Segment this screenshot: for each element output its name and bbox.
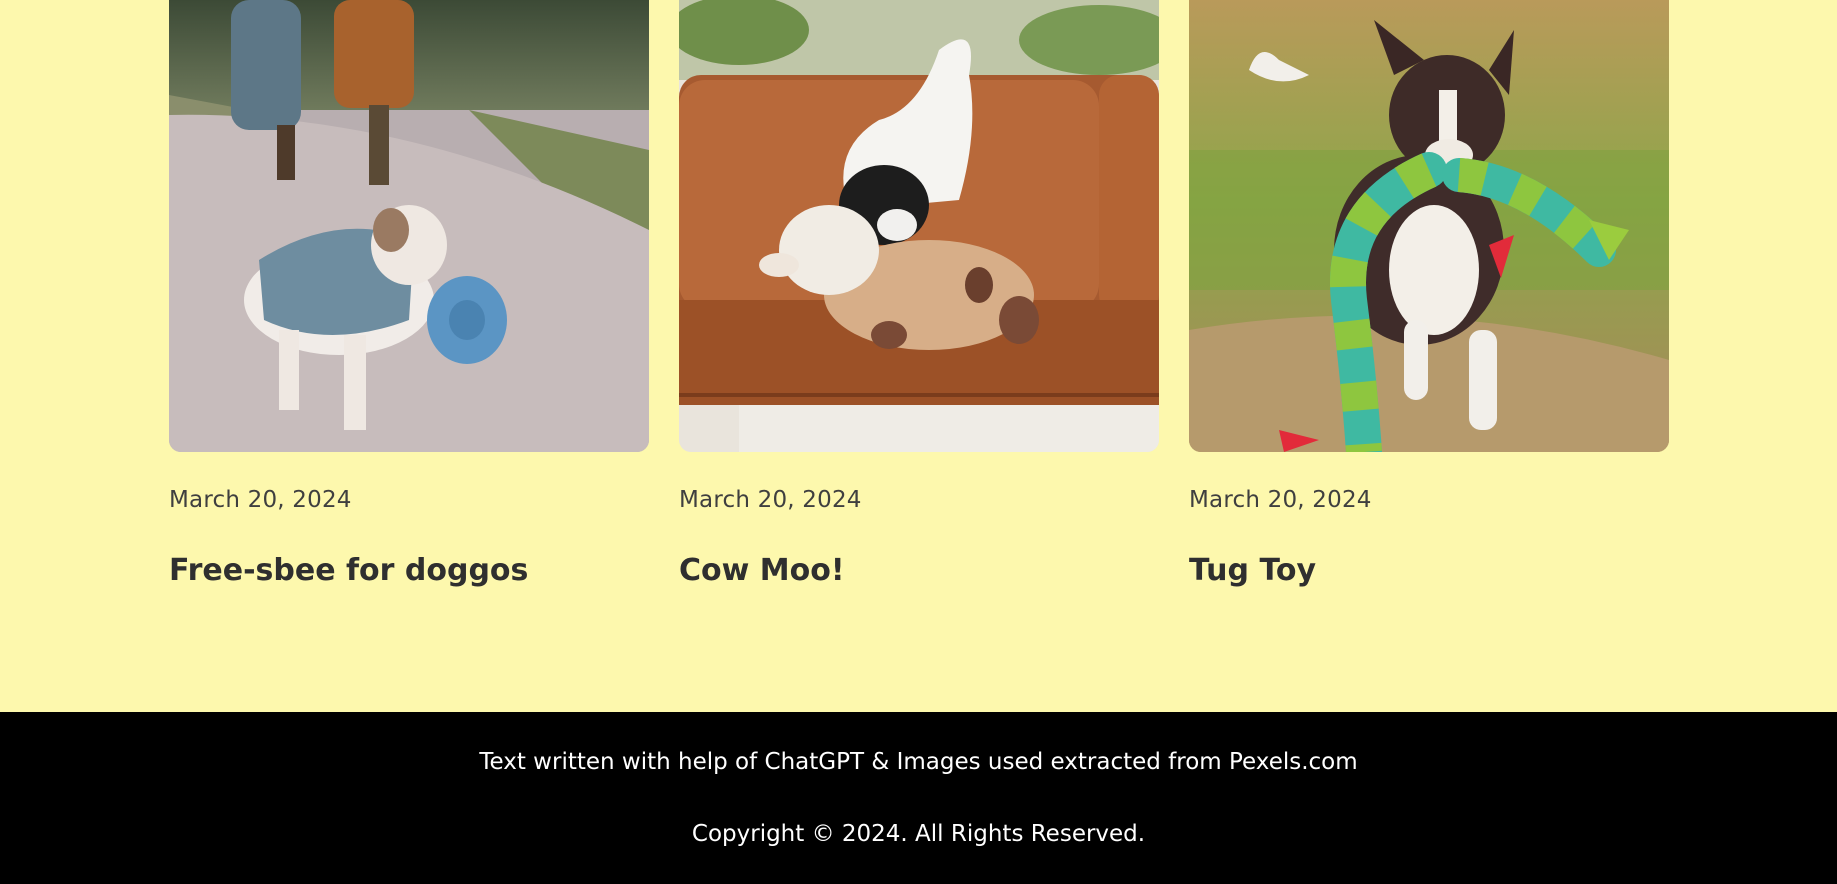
- dog-with-plush-cow-photo: [679, 0, 1159, 452]
- post-title[interactable]: Free-sbee for doggos: [169, 553, 528, 588]
- footer-credits: Text written with help of ChatGPT & Imag…: [479, 749, 1358, 775]
- site-footer: Text written with help of ChatGPT & Imag…: [0, 712, 1837, 884]
- post-image-dog-tug-toy[interactable]: [1189, 0, 1669, 452]
- blog-post-grid: March 20, 2024 Free-sbee for doggos Marc…: [169, 0, 1669, 712]
- post-card-frisbee: March 20, 2024 Free-sbee for doggos: [169, 0, 649, 588]
- post-card-cow-moo: March 20, 2024 Cow Moo!: [679, 0, 1159, 588]
- post-title[interactable]: Cow Moo!: [679, 553, 845, 588]
- post-image-dog-plush-cow[interactable]: [679, 0, 1159, 452]
- post-title[interactable]: Tug Toy: [1189, 553, 1316, 588]
- dog-with-frisbee-photo: [169, 0, 649, 452]
- post-date: March 20, 2024: [169, 487, 352, 513]
- dog-with-tug-toy-photo: [1189, 0, 1669, 452]
- post-date: March 20, 2024: [679, 487, 862, 513]
- post-date: March 20, 2024: [1189, 487, 1372, 513]
- footer-copyright: Copyright © 2024. All Rights Reserved.: [691, 821, 1146, 847]
- post-card-tug-toy: March 20, 2024 Tug Toy: [1189, 0, 1669, 588]
- post-image-dog-frisbee[interactable]: [169, 0, 649, 452]
